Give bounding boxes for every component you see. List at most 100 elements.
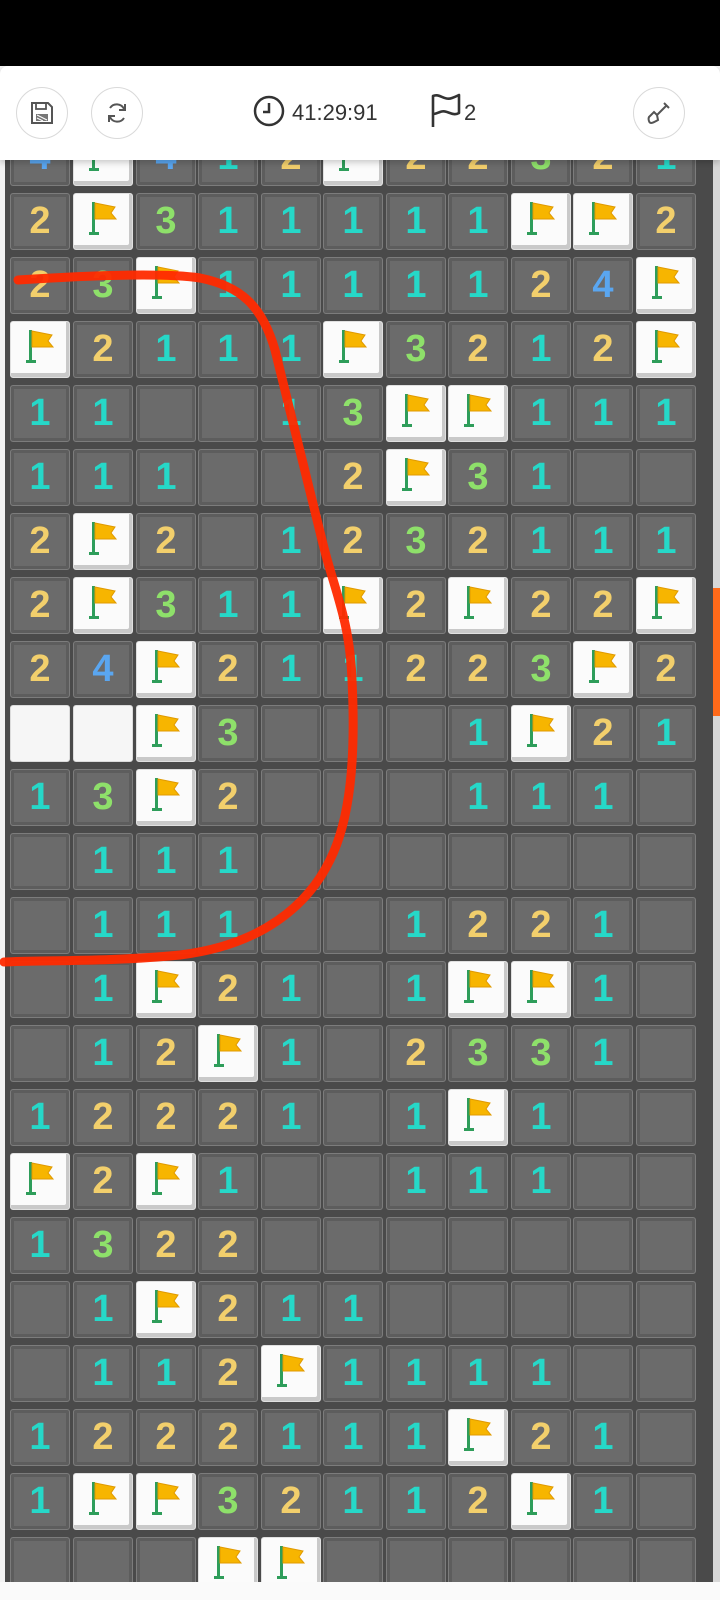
number-cell[interactable]: 2: [73, 321, 133, 378]
number-cell[interactable]: 2: [198, 769, 258, 826]
number-cell[interactable]: 1: [261, 385, 321, 442]
number-cell[interactable]: 1: [136, 449, 196, 506]
number-cell[interactable]: 2: [386, 577, 446, 634]
number-cell[interactable]: 2: [10, 641, 70, 698]
revealed-empty-cell[interactable]: [73, 705, 133, 762]
number-cell[interactable]: 1: [636, 705, 696, 762]
number-cell[interactable]: 3: [198, 705, 258, 762]
scrollbar-track[interactable]: [713, 160, 720, 1582]
hidden-cell[interactable]: [323, 961, 383, 1018]
number-cell[interactable]: 2: [73, 1153, 133, 1210]
flagged-cell[interactable]: [636, 321, 696, 378]
number-cell[interactable]: 3: [136, 577, 196, 634]
number-cell[interactable]: 3: [73, 769, 133, 826]
flagged-cell[interactable]: [136, 1281, 196, 1338]
hidden-cell[interactable]: [261, 449, 321, 506]
number-cell[interactable]: 2: [573, 577, 633, 634]
number-cell[interactable]: 2: [73, 1409, 133, 1466]
hidden-cell[interactable]: [261, 833, 321, 890]
number-cell[interactable]: 1: [261, 1089, 321, 1146]
hidden-cell[interactable]: [448, 1281, 508, 1338]
flagged-cell[interactable]: [198, 1537, 258, 1582]
number-cell[interactable]: 1: [73, 1281, 133, 1338]
number-cell[interactable]: 1: [10, 449, 70, 506]
hidden-cell[interactable]: [636, 1025, 696, 1082]
number-cell[interactable]: 1: [448, 769, 508, 826]
flagged-cell[interactable]: [73, 193, 133, 250]
hidden-cell[interactable]: [636, 897, 696, 954]
number-cell[interactable]: 1: [73, 449, 133, 506]
number-cell[interactable]: 1: [511, 449, 571, 506]
number-cell[interactable]: 1: [573, 1025, 633, 1082]
hidden-cell[interactable]: [636, 1345, 696, 1402]
number-cell[interactable]: 2: [323, 513, 383, 570]
number-cell[interactable]: 1: [73, 385, 133, 442]
hidden-cell[interactable]: [573, 1281, 633, 1338]
number-cell[interactable]: 2: [136, 1409, 196, 1466]
dig-tool-button[interactable]: [633, 87, 685, 139]
number-cell[interactable]: 1: [573, 1473, 633, 1530]
number-cell[interactable]: 2: [448, 513, 508, 570]
flagged-cell[interactable]: [323, 577, 383, 634]
number-cell[interactable]: 1: [10, 769, 70, 826]
flagged-cell[interactable]: [511, 193, 571, 250]
flagged-cell[interactable]: [511, 961, 571, 1018]
flagged-cell[interactable]: [386, 449, 446, 506]
flagged-cell[interactable]: [448, 961, 508, 1018]
number-cell[interactable]: 2: [448, 1473, 508, 1530]
number-cell[interactable]: 2: [511, 1409, 571, 1466]
flagged-cell[interactable]: [511, 1473, 571, 1530]
number-cell[interactable]: 1: [10, 1217, 70, 1274]
number-cell[interactable]: 1: [511, 321, 571, 378]
hidden-cell[interactable]: [323, 705, 383, 762]
hidden-cell[interactable]: [448, 833, 508, 890]
number-cell[interactable]: 2: [198, 641, 258, 698]
number-cell[interactable]: 3: [386, 513, 446, 570]
number-cell[interactable]: 3: [511, 1025, 571, 1082]
number-cell[interactable]: 3: [511, 641, 571, 698]
number-cell[interactable]: 1: [636, 513, 696, 570]
hidden-cell[interactable]: [636, 1217, 696, 1274]
number-cell[interactable]: 1: [261, 193, 321, 250]
hidden-cell[interactable]: [636, 833, 696, 890]
flagged-cell[interactable]: [136, 769, 196, 826]
flagged-cell[interactable]: [136, 641, 196, 698]
number-cell[interactable]: 2: [511, 577, 571, 634]
number-cell[interactable]: 1: [261, 641, 321, 698]
hidden-cell[interactable]: [136, 1537, 196, 1582]
hidden-cell[interactable]: [636, 961, 696, 1018]
number-cell[interactable]: 2: [511, 257, 571, 314]
number-cell[interactable]: 1: [198, 577, 258, 634]
number-cell[interactable]: 2: [136, 1025, 196, 1082]
hidden-cell[interactable]: [511, 833, 571, 890]
flagged-cell[interactable]: [448, 1089, 508, 1146]
number-cell[interactable]: 1: [386, 961, 446, 1018]
hidden-cell[interactable]: [573, 1537, 633, 1582]
number-cell[interactable]: 2: [198, 961, 258, 1018]
number-cell[interactable]: 1: [73, 897, 133, 954]
hidden-cell[interactable]: [636, 769, 696, 826]
flagged-cell[interactable]: [73, 577, 133, 634]
number-cell[interactable]: 1: [261, 961, 321, 1018]
number-cell[interactable]: 1: [10, 1473, 70, 1530]
flagged-cell[interactable]: [73, 513, 133, 570]
revealed-empty-cell[interactable]: [10, 705, 70, 762]
number-cell[interactable]: 2: [198, 1089, 258, 1146]
number-cell[interactable]: 1: [10, 1089, 70, 1146]
hidden-cell[interactable]: [198, 385, 258, 442]
flagged-cell[interactable]: [573, 641, 633, 698]
hidden-cell[interactable]: [10, 1345, 70, 1402]
hidden-cell[interactable]: [386, 1217, 446, 1274]
flagged-cell[interactable]: [136, 257, 196, 314]
number-cell[interactable]: 3: [136, 193, 196, 250]
hidden-cell[interactable]: [511, 1281, 571, 1338]
hidden-cell[interactable]: [573, 449, 633, 506]
number-cell[interactable]: 1: [448, 1153, 508, 1210]
number-cell[interactable]: 1: [386, 1153, 446, 1210]
flagged-cell[interactable]: [448, 1409, 508, 1466]
number-cell[interactable]: 1: [573, 513, 633, 570]
number-cell[interactable]: 1: [386, 1345, 446, 1402]
number-cell[interactable]: 2: [136, 1089, 196, 1146]
number-cell[interactable]: 1: [198, 257, 258, 314]
hidden-cell[interactable]: [198, 449, 258, 506]
